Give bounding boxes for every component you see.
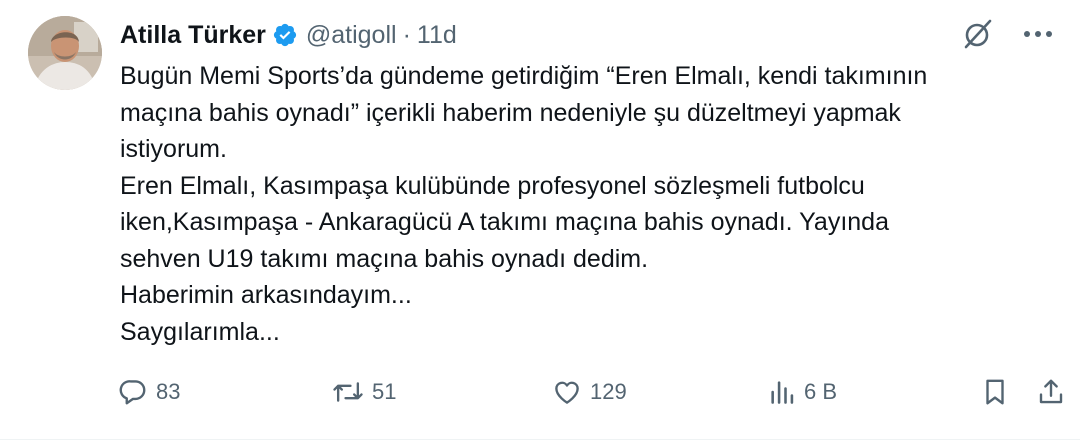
tweet-text-line: iken,Kasımpaşa - Ankaragücü A takımı maç…: [120, 208, 889, 236]
tweet-text-line: Bugün Memi Sports’da gündeme getirdiğim …: [120, 62, 928, 90]
repost-count: 51: [372, 379, 397, 404]
reply-button[interactable]: 83: [118, 370, 180, 414]
share-button[interactable]: [1036, 370, 1066, 414]
reply-icon: [119, 380, 146, 405]
timestamp[interactable]: 11d: [417, 21, 457, 50]
views-button[interactable]: 6 B: [768, 370, 837, 414]
tweet-text-line: istiyorum.: [120, 135, 227, 163]
views-icon: [771, 381, 794, 404]
grok-icon[interactable]: [958, 14, 998, 54]
repost-button[interactable]: 51: [332, 370, 396, 414]
share-icon: [1039, 379, 1063, 404]
views-count: 6 B: [804, 379, 838, 404]
action-bar: 83 51 129 6 B: [0, 370, 1080, 414]
display-name[interactable]: Atilla Türker: [120, 21, 266, 50]
verified-badge-icon[interactable]: [272, 22, 298, 48]
tweet-text-line: Saygılarımla...: [120, 317, 280, 346]
tweet-text-line: Haberimin arkasındayım...: [120, 281, 412, 309]
avatar-image: [28, 16, 102, 90]
tweet-text-line: Eren Elmalı, Kasımpaşa kulübünde profesy…: [120, 171, 865, 200]
tweet-text-line: maçına bahis oynadı” içerikli haberim ne…: [120, 98, 901, 127]
more-icon[interactable]: [1018, 14, 1058, 54]
bookmark-button[interactable]: [980, 370, 1010, 414]
heart-icon: [555, 381, 579, 404]
like-count: 129: [590, 379, 627, 404]
repost-icon: [333, 382, 363, 402]
bookmark-icon: [986, 379, 1004, 405]
top-icons: [958, 14, 1058, 54]
like-button[interactable]: 129: [552, 370, 627, 414]
tweet[interactable]: Atilla Türker @atigoll · 11d Bugün Memi …: [0, 0, 1080, 440]
separator-dot: ·: [402, 20, 411, 49]
tweet-text-line: sehven U19 takımı maçına bahis oynadı de…: [120, 244, 649, 273]
avatar[interactable]: [28, 16, 102, 90]
reply-count: 83: [156, 379, 181, 404]
tweet-text: Bugün Memi Sports’da gündeme getirdiğim …: [120, 58, 1050, 350]
handle[interactable]: @atigoll: [306, 21, 397, 50]
tweet-header: Atilla Türker @atigoll · 11d: [120, 18, 457, 52]
